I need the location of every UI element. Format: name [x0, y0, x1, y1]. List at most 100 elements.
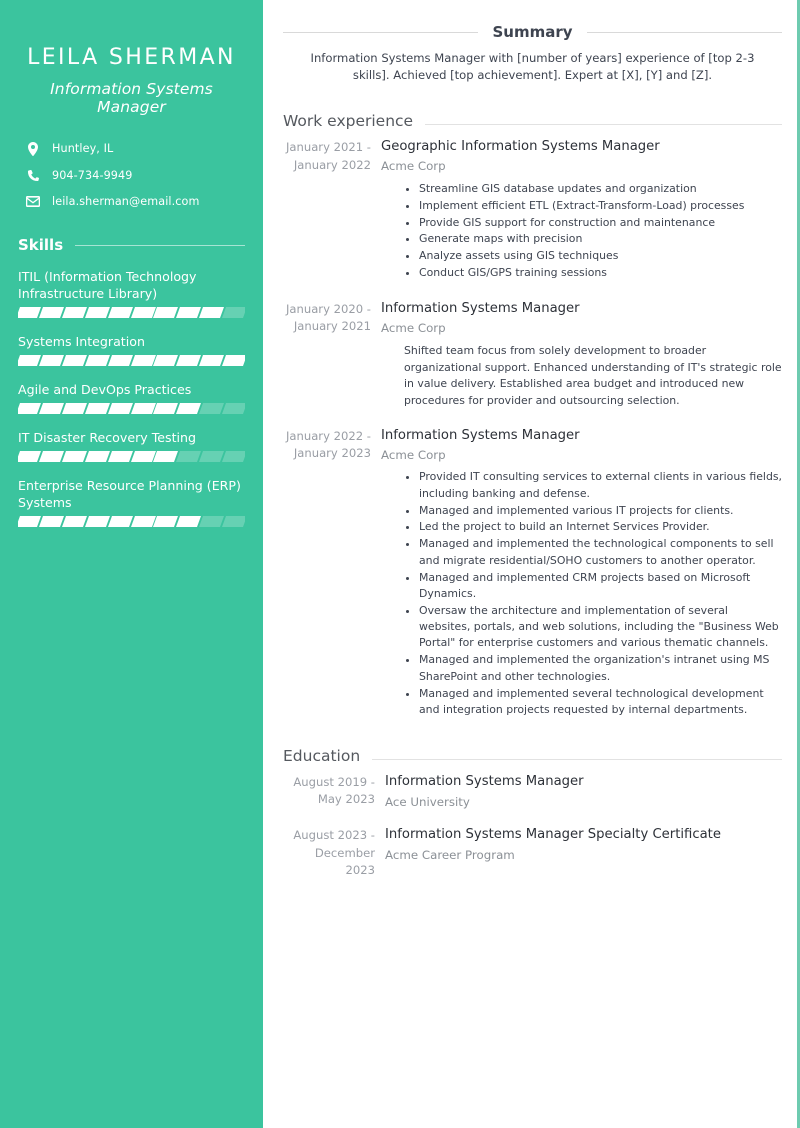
- skill-level-segment: [222, 450, 245, 462]
- skill-level-segment: [107, 402, 133, 414]
- education-divider: [372, 758, 782, 760]
- skill-level-segment: [222, 306, 245, 318]
- education-entry-degree: Information Systems Manager Specialty Ce…: [385, 827, 721, 843]
- work-entry-organization: Acme Corp: [381, 159, 446, 174]
- skill-level-segment: [199, 450, 225, 462]
- resume-page: LEILA SHERMAN Information Systems Manage…: [0, 0, 800, 1128]
- skill-level-segment: [107, 515, 133, 527]
- skill-label: Systems Integration: [18, 333, 145, 349]
- education-entry-body: Information Systems Manager Ace Universit…: [385, 773, 782, 810]
- work-entry-bullet: Streamline GIS database updates and orga…: [419, 181, 782, 197]
- summary-text: Information Systems Manager with [number…: [310, 51, 755, 83]
- skill-level-segment: [130, 354, 156, 366]
- work-entry-bullet: Led the project to build an Internet Ser…: [419, 519, 782, 535]
- skill-level-segment: [61, 402, 87, 414]
- skill-item: ITIL (Information Technology Infrastruct…: [18, 268, 245, 318]
- skill-item: Agile and DevOps Practices: [18, 381, 245, 414]
- skill-label: ITIL (Information Technology Infrastruct…: [18, 268, 197, 301]
- contact-email-text: leila.sherman@email.com: [52, 194, 200, 208]
- skill-level-segment: [38, 354, 64, 366]
- skill-level-bar: [18, 354, 245, 366]
- skill-level-segment: [153, 450, 179, 462]
- skill-level-segment: [38, 450, 64, 462]
- skill-label: IT Disaster Recovery Testing: [18, 429, 196, 445]
- work-entry-organization: Acme Corp: [381, 321, 446, 336]
- work-experience-list: January 2021 - January 2022 Geographic In…: [283, 138, 782, 718]
- work-entry-bullet: Implement efficient ETL (Extract-Transfo…: [419, 198, 782, 214]
- skill-level-bar: [18, 450, 245, 462]
- work-entry-bullet: Provide GIS support for construction and…: [419, 215, 782, 231]
- skill-level-segment: [222, 402, 245, 414]
- work-entry-body: Information Systems Manager Acme Corp Prov…: [381, 427, 782, 719]
- skill-level-bar: [18, 515, 245, 527]
- work-entry-bullet: Conduct GIS/GPS training sessions: [419, 265, 782, 281]
- work-entry-bullet: Provided IT consulting services to exter…: [419, 469, 782, 502]
- education-entry-dates: August 2023 - December 2023: [293, 828, 375, 878]
- skill-level-segment: [84, 515, 110, 527]
- skill-level-segment: [130, 402, 156, 414]
- phone-icon: [23, 169, 43, 182]
- skill-level-segment: [84, 354, 110, 366]
- skill-level-segment: [38, 306, 64, 318]
- skill-level-segment: [84, 306, 110, 318]
- skill-level-segment: [176, 450, 202, 462]
- main-content: Summary Information Systems Manager with…: [263, 0, 800, 1128]
- skill-level-segment: [222, 354, 245, 366]
- work-experience-entry: January 2021 - January 2022 Geographic In…: [283, 138, 782, 282]
- skill-level-segment: [199, 402, 225, 414]
- skill-level-segment: [18, 306, 41, 318]
- skill-level-segment: [130, 306, 156, 318]
- contact-phone: 904-734-9949: [18, 169, 245, 182]
- contact-list: Huntley, IL 904-734-9949 leila.sherman@e…: [18, 141, 245, 208]
- skill-level-segment: [176, 515, 202, 527]
- summary-heading-label: Summary: [492, 23, 573, 41]
- work-entry-dates: January 2022 - January 2023: [285, 428, 371, 461]
- work-entry-role: Information Systems Manager: [381, 300, 580, 316]
- work-entry-role: Geographic Information Systems Manager: [381, 139, 660, 155]
- work-entry-role: Information Systems Manager: [381, 427, 580, 443]
- skills-heading: Skills: [18, 236, 245, 254]
- skill-label: Enterprise Resource Planning (ERP) Syste…: [18, 477, 241, 510]
- work-entry-dates: January 2021 - January 2022: [285, 140, 371, 172]
- work-experience-heading-label: Work experience: [283, 112, 414, 131]
- sidebar: LEILA SHERMAN Information Systems Manage…: [0, 0, 263, 1128]
- skills-heading-label: Skills: [18, 235, 64, 254]
- work-entry-bullet: Oversaw the architecture and implementat…: [419, 603, 782, 652]
- skill-level-segment: [107, 450, 133, 462]
- education-entry-school: Ace University: [385, 794, 470, 809]
- skills-heading-divider: [75, 245, 245, 246]
- contact-phone-text: 904-734-9949: [52, 168, 133, 182]
- education-entry-school: Acme Career Program: [385, 848, 515, 863]
- envelope-icon: [23, 195, 43, 207]
- work-entry-bullet: Managed and implemented the technologica…: [419, 536, 782, 569]
- skill-level-segment: [130, 450, 156, 462]
- skill-level-segment: [107, 306, 133, 318]
- work-experience-entry: January 2022 - January 2023 Information S…: [283, 427, 782, 719]
- skill-level-segment: [84, 450, 110, 462]
- work-entry-bullet: Managed and implemented CRM projects bas…: [419, 570, 782, 603]
- work-entry-dates: January 2020 - January 2021: [285, 301, 371, 334]
- skill-level-segment: [222, 515, 245, 527]
- contact-location-text: Huntley, IL: [52, 142, 114, 155]
- skill-level-segment: [199, 515, 225, 527]
- skill-item: IT Disaster Recovery Testing: [18, 429, 245, 462]
- education-list: August 2019 - May 2023 Information System…: [283, 773, 782, 880]
- education-entry-degree: Information Systems Manager: [385, 773, 584, 789]
- skill-level-segment: [153, 515, 179, 527]
- education-entry: August 2023 - December 2023 Information S…: [283, 826, 782, 879]
- skill-level-segment: [18, 450, 41, 462]
- summary-heading: Summary: [283, 23, 783, 41]
- education-heading: Education: [283, 747, 782, 765]
- skill-level-segment: [107, 354, 133, 366]
- location-pin-icon: [23, 141, 43, 156]
- education-entry-dates: August 2019 - May 2023: [293, 774, 375, 807]
- work-entry-bullet: Managed and implemented several technolo…: [419, 686, 782, 719]
- candidate-name: LEILA SHERMAN: [27, 45, 236, 70]
- skill-level-segment: [18, 515, 41, 527]
- skill-level-segment: [153, 402, 179, 414]
- skill-level-segment: [176, 402, 202, 414]
- skill-item: Enterprise Resource Planning (ERP) Syste…: [18, 477, 245, 527]
- skill-level-segment: [130, 515, 156, 527]
- skill-level-segment: [18, 354, 41, 366]
- skill-level-segment: [199, 354, 225, 366]
